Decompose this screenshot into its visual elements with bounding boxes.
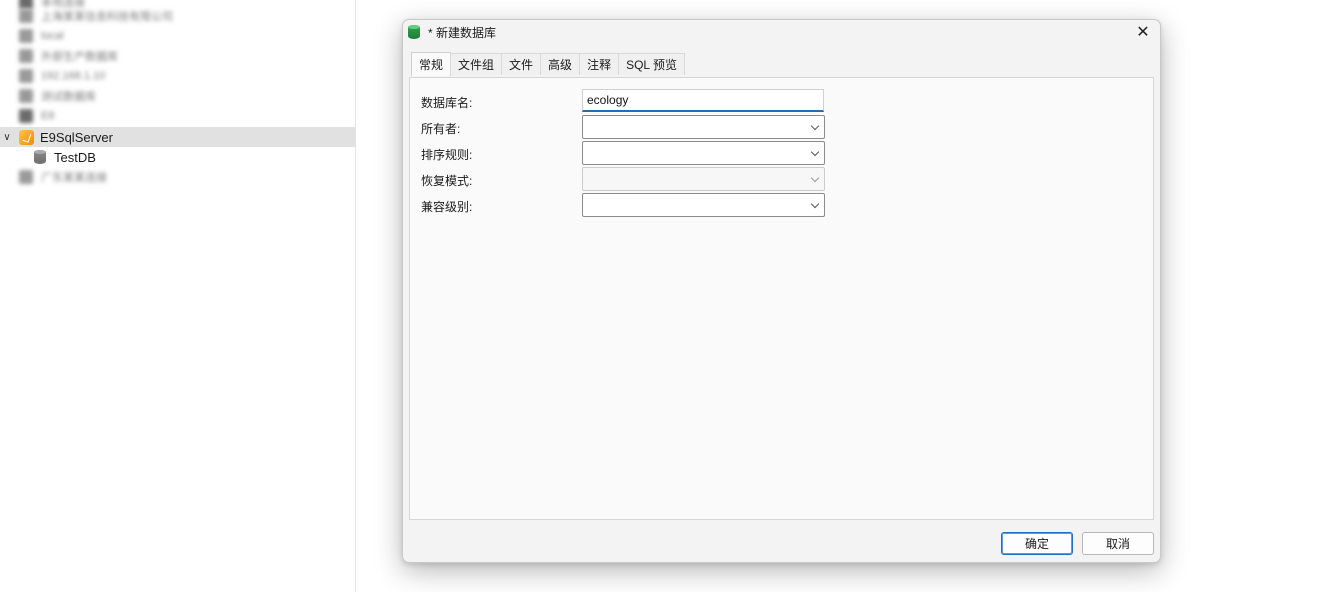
tree-item-label: 外部生产数据库 (41, 51, 118, 63)
close-button[interactable]: ✕ (1132, 22, 1154, 42)
tree-item-label: 上海某某信息科技有限公司 (41, 11, 173, 23)
tab-filegroups[interactable]: 文件组 (450, 53, 503, 75)
compatibility-level-label: 兼容级别: (421, 200, 473, 214)
dialog-titlebar[interactable]: * 新建数据库 ✕ (403, 20, 1160, 44)
connection-icon (19, 89, 33, 103)
recovery-model-select[interactable] (582, 167, 825, 191)
chevron-down-icon (810, 199, 820, 209)
tree-item-label: local (41, 30, 64, 42)
tab-sql-preview[interactable]: SQL 预览 (618, 53, 685, 75)
tree-item-connection[interactable]: 外部生产数据库 (0, 46, 355, 66)
tab-comment[interactable]: 注释 (579, 53, 620, 75)
database-icon (34, 150, 46, 164)
owner-label: 所有者: (421, 122, 461, 136)
tree-item-label: 广东某某连接 (41, 172, 107, 184)
cancel-button[interactable]: 取消 (1082, 532, 1154, 555)
connection-icon (19, 29, 33, 43)
navigation-tree: 本地连接 上海某某信息科技有限公司 local 外部生产数据库 192.168.… (0, 0, 356, 592)
chevron-down-icon[interactable]: ∨ (0, 132, 14, 143)
tab-bar: 常规 文件组 文件 高级 注释 SQL 预览 (411, 52, 685, 76)
compatibility-level-select[interactable] (582, 193, 825, 217)
connection-icon (19, 170, 33, 184)
tree-item-connection[interactable]: 上海某某信息科技有限公司 (0, 6, 355, 26)
tree-item-connection[interactable]: E8 (0, 106, 355, 126)
new-database-dialog: * 新建数据库 ✕ 常规 文件组 文件 高级 注释 SQL 预览 数据库名: 所… (402, 19, 1161, 563)
database-icon (408, 25, 420, 39)
tree-item-label: E8 (41, 110, 55, 122)
tab-general[interactable]: 常规 (411, 52, 452, 76)
connection-icon (19, 9, 33, 23)
collation-label: 排序规则: (421, 148, 473, 162)
ok-button[interactable]: 确定 (1001, 532, 1073, 555)
collation-select[interactable] (582, 141, 825, 165)
database-name-input[interactable] (582, 89, 824, 112)
db-name-label: 数据库名: (421, 96, 473, 110)
chevron-down-icon (810, 173, 820, 183)
tree-item-label: E9SqlServer (40, 129, 113, 145)
tree-item-label: 192.168.1.10 (41, 70, 106, 82)
chevron-down-icon (810, 147, 820, 157)
tab-files[interactable]: 文件 (501, 53, 542, 75)
tree-item-server[interactable]: ∨ E9SqlServer (0, 127, 355, 147)
owner-select[interactable] (582, 115, 825, 139)
tree-item-connection[interactable]: 192.168.1.10 (0, 66, 355, 86)
connection-icon (19, 49, 33, 63)
dialog-title: * 新建数据库 (428, 25, 497, 40)
tree-item-label: 测试数据库 (41, 91, 96, 103)
tree-item-label: TestDB (54, 149, 96, 165)
connection-icon (19, 109, 33, 123)
chevron-down-icon (810, 121, 820, 131)
tree-item-connection[interactable]: 广东某某连接 (0, 167, 355, 187)
tree-item-connection[interactable]: local (0, 26, 355, 46)
tree-item-database[interactable]: TestDB (0, 147, 355, 167)
sql-server-icon (19, 129, 34, 145)
tree-item-connection[interactable]: 测试数据库 (0, 86, 355, 106)
connection-icon (19, 69, 33, 83)
recovery-model-label: 恢复模式: (421, 174, 473, 188)
tab-advanced[interactable]: 高级 (540, 53, 581, 75)
general-tab-panel: 数据库名: 所有者: 排序规则: 恢复模式: 兼容级别: (409, 77, 1154, 520)
